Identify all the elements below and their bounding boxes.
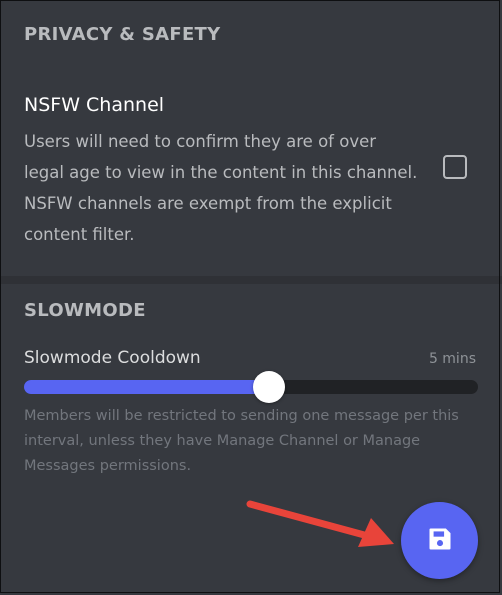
slowmode-cooldown-label: Slowmode Cooldown [24, 348, 201, 368]
red-arrow-annotation [246, 500, 394, 547]
nsfw-channel-title: NSFW Channel [24, 94, 165, 116]
slowmode-description: Members will be restricted to sending on… [24, 408, 459, 474]
privacy-safety-header: PRIVACY & SAFETY [24, 24, 221, 45]
save-button[interactable] [401, 502, 478, 579]
save-icon [426, 525, 454, 557]
slowmode-header: SLOWMODE [24, 300, 146, 321]
section-divider [0, 276, 502, 284]
slowmode-slider-thumb[interactable] [253, 371, 286, 403]
nsfw-channel-description: Users will need to confirm they are of o… [24, 132, 418, 244]
arrow-shaft [246, 500, 372, 540]
slowmode-slider-fill [24, 380, 270, 394]
slowmode-cooldown-value: 5 mins [428, 351, 476, 367]
nsfw-checkbox[interactable] [443, 155, 467, 179]
